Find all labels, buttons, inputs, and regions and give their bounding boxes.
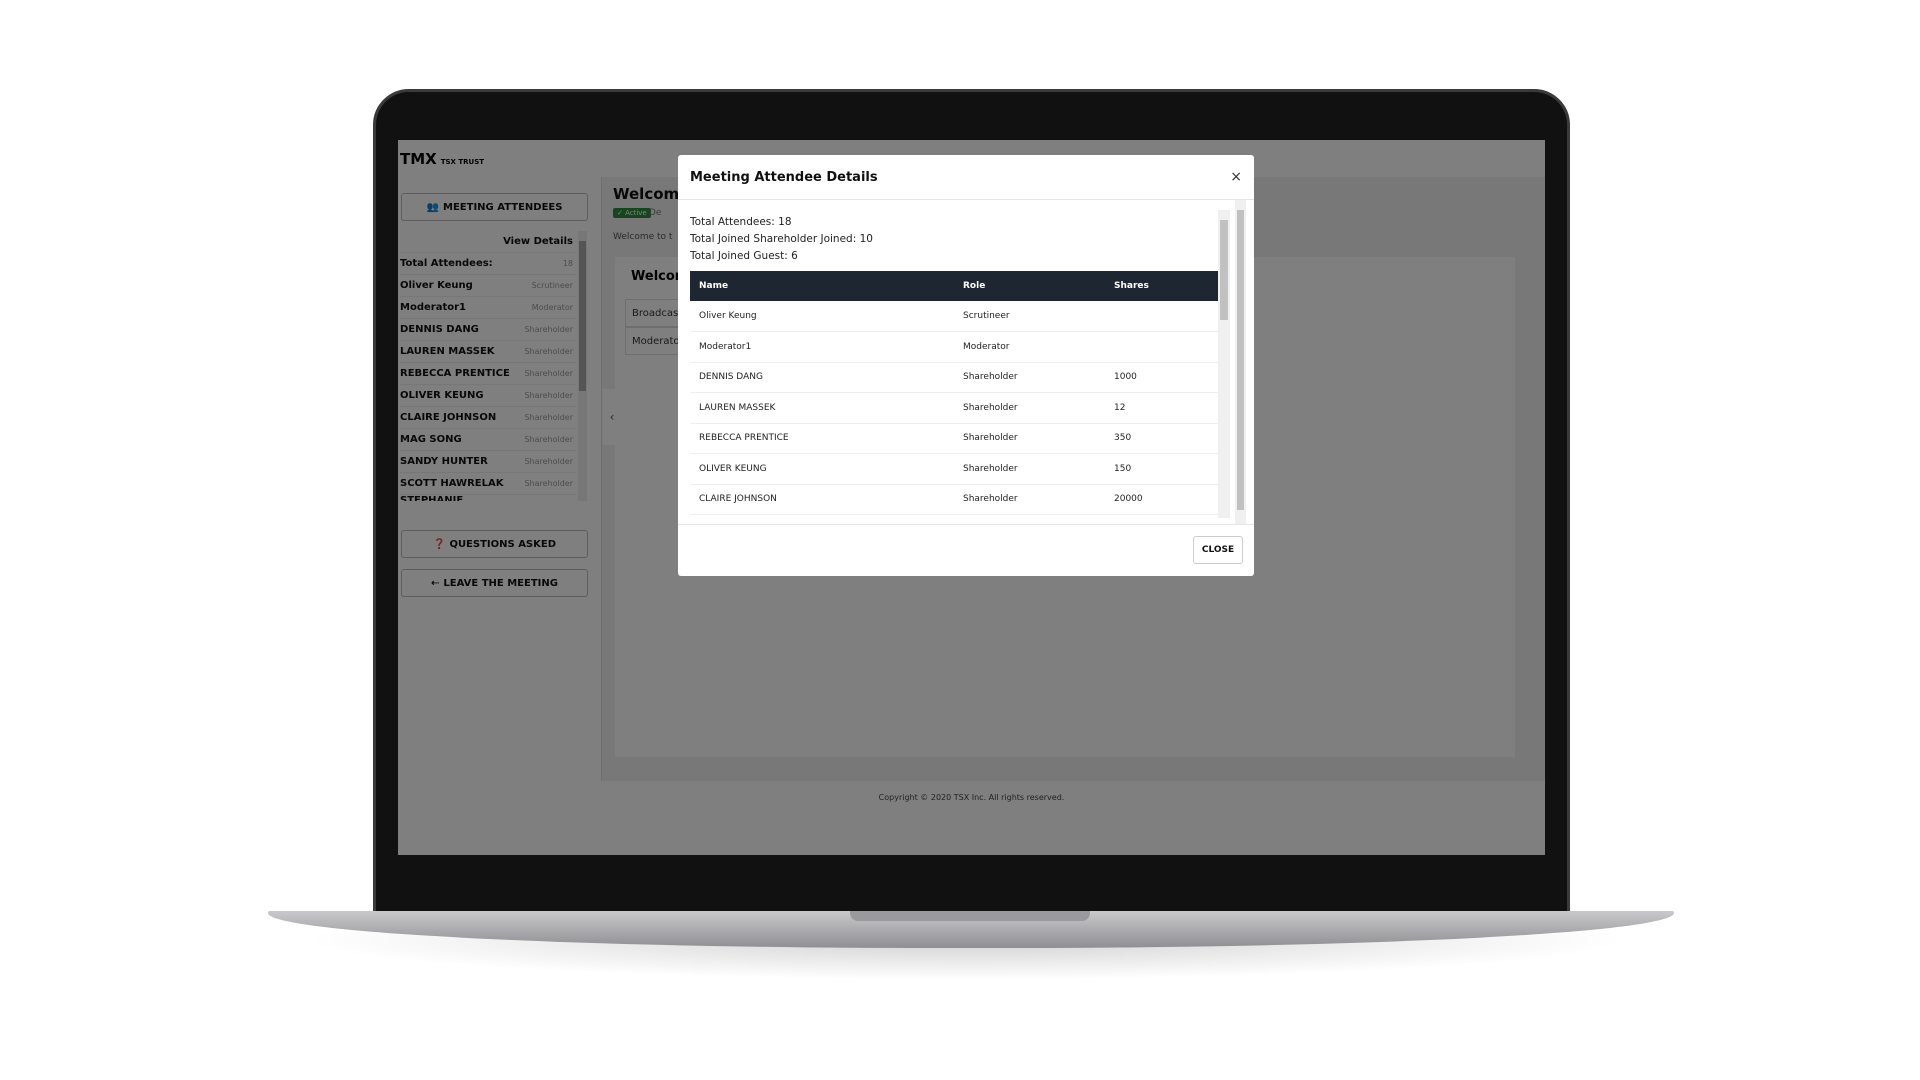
table-cell — [1114, 301, 1218, 332]
table-cell: Moderator1 — [690, 331, 963, 363]
stat-line: Total Attendees: 18 — [690, 216, 792, 228]
table-cell: REBECCA PRENTICE — [690, 423, 963, 454]
table-row: Oliver Keung Scrutineer — [690, 301, 1218, 332]
screen: TMXTSX TRUST 👥MEETING ATTENDEES View Det… — [398, 140, 1545, 855]
table-cell: Moderator — [963, 331, 1114, 363]
modal-scrollbar[interactable] — [1235, 200, 1246, 524]
table-row: CLAIRE JOHNSON Shareholder 20000 — [690, 484, 1218, 515]
stat-line: Total Joined Guest: 6 — [690, 250, 798, 262]
table-cell: Scrutineer — [963, 301, 1114, 332]
table-cell: Shareholder — [963, 423, 1114, 454]
laptop-notch — [850, 911, 1090, 921]
column-header[interactable]: Name — [690, 271, 963, 301]
table-cell: Shareholder — [963, 484, 1114, 515]
table-cell: Shareholder — [963, 453, 1114, 485]
column-header[interactable]: Shares — [1114, 271, 1218, 301]
table-cell: Shareholder — [963, 392, 1114, 424]
column-header[interactable]: Role — [963, 271, 1114, 301]
close-icon[interactable]: × — [1230, 169, 1242, 185]
table-row: OLIVER KEUNG Shareholder 150 — [690, 453, 1218, 485]
table-row: DENNIS DANG Shareholder 1000 — [690, 362, 1218, 393]
table-cell: LAUREN MASSEK — [690, 392, 963, 424]
table-cell: CLAIRE JOHNSON — [690, 484, 963, 515]
modal-body: Total Attendees: 18 Total Joined Sharehol… — [678, 200, 1254, 525]
table-cell: Oliver Keung — [690, 301, 963, 332]
attendee-details-modal: Meeting Attendee Details × Total Attende… — [678, 155, 1254, 576]
table-cell: Shareholder — [963, 362, 1114, 393]
attendee-stats: Total Attendees: 18 Total Joined Sharehol… — [690, 214, 873, 265]
table-cell: OLIVER KEUNG — [690, 453, 963, 485]
table-row: LAUREN MASSEK Shareholder 12 — [690, 392, 1218, 424]
table-cell: 150 — [1114, 453, 1218, 485]
table-cell: DENNIS DANG — [690, 362, 963, 393]
table-cell: 20000 — [1114, 484, 1218, 515]
close-button[interactable]: CLOSE — [1193, 536, 1243, 564]
table-cell — [1114, 331, 1218, 363]
stat-line: Total Joined Shareholder Joined: 10 — [690, 233, 873, 245]
modal-title: Meeting Attendee Details — [690, 169, 878, 185]
attendee-table: Name Role Shares Oliver Keung Scrutineer Mod… — [690, 271, 1218, 515]
table-cell: 1000 — [1114, 362, 1218, 393]
table-row: REBECCA PRENTICE Shareholder 350 — [690, 423, 1218, 454]
table-scrollbar[interactable] — [1218, 210, 1230, 518]
table-row: Moderator1 Moderator — [690, 331, 1218, 363]
table-cell: 350 — [1114, 423, 1218, 454]
table-cell: 12 — [1114, 392, 1218, 424]
